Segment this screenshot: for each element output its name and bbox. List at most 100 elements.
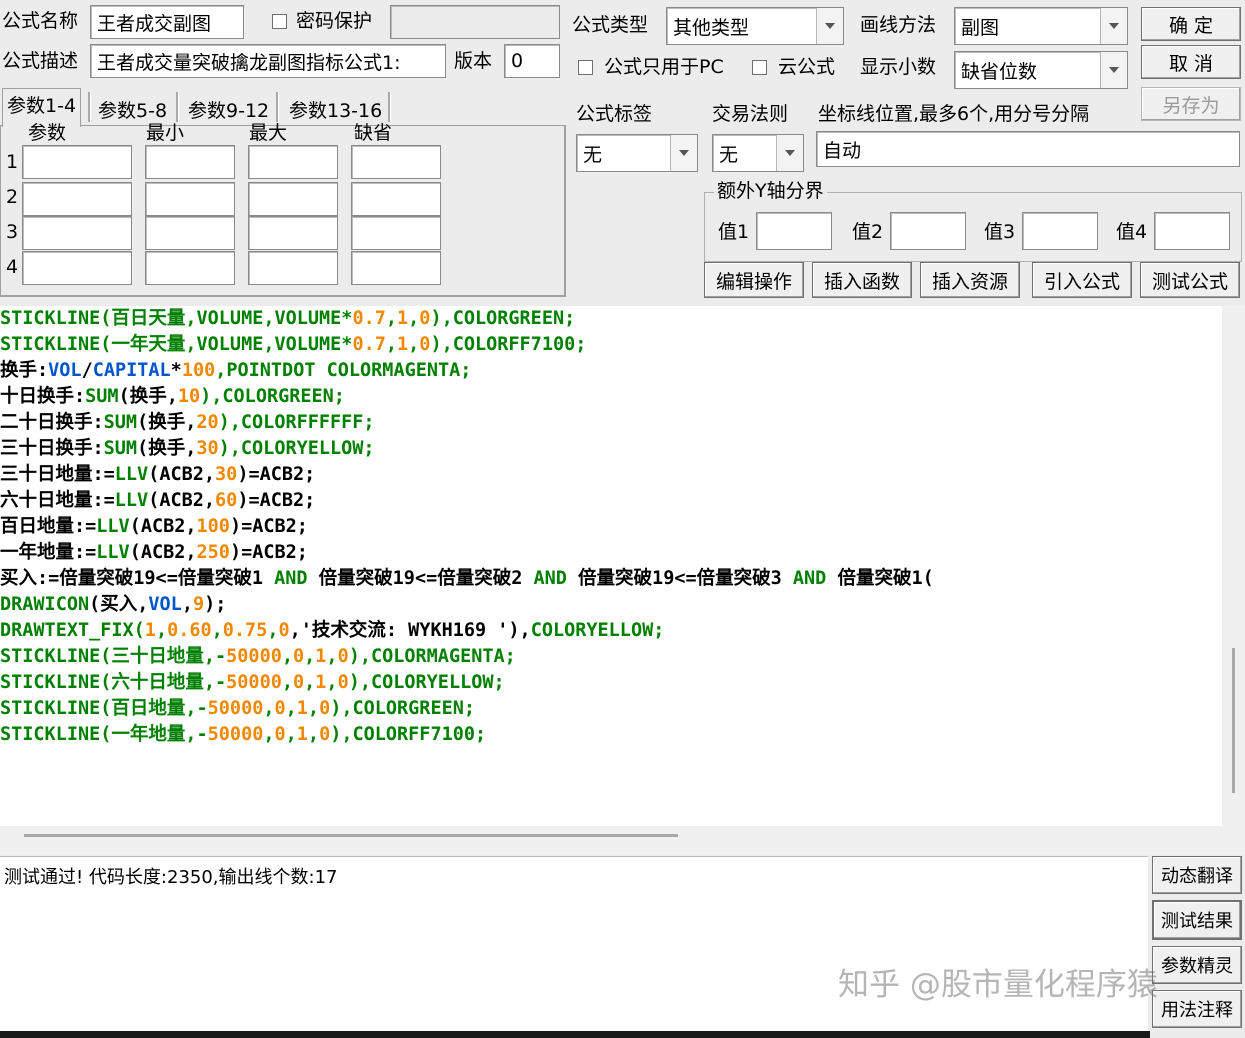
vertical-scrollbar[interactable] — [1222, 306, 1245, 826]
code-token: 50000 — [226, 646, 282, 667]
code-token: (换手, — [118, 386, 178, 407]
code-line: DRAWICON(买入,VOL,9); — [0, 592, 226, 618]
status-message: 测试通过! 代码长度:2350,输出线个数:17 — [4, 867, 338, 888]
edit-ops-button[interactable]: 编辑操作 — [704, 262, 804, 298]
test-formula-button[interactable]: 测试公式 — [1140, 262, 1240, 298]
password-checkbox[interactable] — [272, 14, 287, 29]
insert-resource-button[interactable]: 插入资源 — [920, 262, 1020, 298]
value1-input[interactable] — [756, 212, 832, 250]
code-token: 0 — [293, 646, 305, 667]
code-token: , — [211, 620, 223, 641]
param-default-input[interactable] — [351, 182, 441, 216]
code-line: DRAWTEXT_FIX(1,0.60,0.75,0,'技术交流: WYKH16… — [0, 618, 664, 644]
code-line: 二十日换手:SUM(换手,20),COLORFFFFFF; — [0, 410, 375, 436]
horizontal-scrollbar[interactable] — [0, 826, 1245, 854]
code-token: CAPITAL — [92, 360, 171, 381]
code-token: 1 — [397, 334, 409, 355]
tab-params-9-12[interactable]: 参数9-12 — [184, 96, 273, 123]
chevron-down-icon[interactable] — [1100, 52, 1127, 88]
ok-button[interactable]: 确 定 — [1141, 7, 1241, 41]
dynamic-translate-button[interactable]: 动态翻译 — [1152, 856, 1242, 894]
decimals-select[interactable]: 缺省位数 — [954, 51, 1128, 89]
code-token: , — [307, 724, 320, 745]
formula-type-select[interactable]: 其他类型 — [666, 7, 844, 45]
tab-params-5-8[interactable]: 参数5-8 — [94, 96, 171, 123]
value2-input[interactable] — [890, 212, 966, 250]
code-token: 六十日地量:= — [0, 490, 115, 511]
vertical-scrollbar-thumb[interactable] — [1232, 648, 1235, 793]
chevron-down-icon[interactable] — [670, 135, 697, 171]
tag-select[interactable]: 无 — [576, 134, 698, 172]
param-default-input[interactable] — [351, 216, 441, 250]
test-result-button[interactable]: 测试结果 — [1152, 900, 1242, 940]
code-line: 换手:VOL/CAPITAL*100,POINTDOT COLORMAGENTA… — [0, 358, 471, 384]
col-param-header: 参数 — [28, 122, 67, 144]
code-token: 1 — [144, 620, 156, 641]
chevron-down-icon[interactable] — [776, 135, 803, 171]
code-token: ),COLORYELLOW; — [218, 438, 375, 459]
code-token: , — [385, 334, 398, 355]
cloud-checkbox[interactable] — [752, 60, 767, 75]
code-line: 买入:=倍量突破19<=倍量突破1 AND 倍量突破19<=倍量突破2 AND … — [0, 566, 934, 592]
param-max-input[interactable] — [248, 145, 338, 179]
value3-input[interactable] — [1022, 212, 1098, 250]
version-input[interactable]: 0 — [504, 44, 560, 78]
param-min-input[interactable] — [145, 145, 235, 179]
import-formula-button[interactable]: 引入公式 — [1032, 262, 1132, 298]
param-min-input[interactable] — [145, 182, 235, 216]
draw-method-value: 副图 — [961, 16, 1000, 39]
chevron-down-icon[interactable] — [1100, 8, 1127, 44]
tab-params-13-16[interactable]: 参数13-16 — [285, 96, 386, 123]
code-token: VOL — [48, 360, 82, 381]
axis-position-input[interactable]: 自动 — [816, 131, 1240, 167]
code-token: , — [181, 594, 193, 615]
code-token: SUM — [103, 412, 138, 433]
param-name-input[interactable] — [22, 251, 132, 285]
param-min-input[interactable] — [145, 216, 235, 250]
usage-notes-button[interactable]: 用法注释 — [1152, 990, 1242, 1028]
code-line: 一年地量:=LLV(ACB2,250)=ACB2; — [0, 540, 308, 566]
code-editor[interactable]: STICKLINE(百日天量,VOLUME,VOLUME*0.7,1,0),CO… — [0, 306, 1222, 826]
param-max-input[interactable] — [248, 216, 338, 250]
axis-position-value: 自动 — [823, 139, 862, 162]
formula-name-input[interactable]: 王者成交副图 — [90, 5, 244, 39]
horizontal-scrollbar-thumb[interactable] — [24, 834, 678, 837]
code-token: )=ACB2; — [229, 542, 308, 563]
chevron-down-icon[interactable] — [816, 8, 843, 44]
code-token: 10 — [177, 386, 201, 407]
pc-only-checkbox[interactable] — [578, 60, 593, 75]
code-line: STICKLINE(百日天量,VOLUME,VOLUME*0.7,1,0),CO… — [0, 306, 575, 332]
code-token: , — [307, 698, 320, 719]
code-token: (买入, — [89, 594, 149, 615]
code-token: 十日换手: — [0, 386, 86, 407]
param-max-input[interactable] — [248, 251, 338, 285]
draw-method-select[interactable]: 副图 — [954, 7, 1128, 45]
code-token: )=ACB2; — [237, 490, 316, 511]
param-min-input[interactable] — [145, 251, 235, 285]
code-token: 0 — [293, 672, 305, 693]
code-token: ),COLORFF7100; — [330, 724, 487, 745]
param-name-input[interactable] — [22, 216, 132, 250]
param-name-input[interactable] — [22, 182, 132, 216]
code-token: 100 — [181, 360, 216, 381]
code-token: , — [304, 646, 316, 667]
code-token: 250 — [196, 542, 230, 563]
param-default-input[interactable] — [351, 145, 441, 179]
code-token: (ACB2, — [129, 542, 197, 563]
param-row-number: 1 — [6, 151, 19, 173]
param-max-input[interactable] — [248, 182, 338, 216]
param-wizard-button[interactable]: 参数精灵 — [1152, 946, 1242, 984]
formula-desc-input[interactable]: 王者成交量突破擒龙副图指标公式1: — [90, 44, 446, 78]
insert-function-button[interactable]: 插入函数 — [812, 262, 912, 298]
cancel-button[interactable]: 取 消 — [1141, 45, 1241, 79]
param-default-input[interactable] — [351, 251, 441, 285]
code-token: 倍量突破19<=倍量突破3 — [566, 568, 793, 589]
code-token: ),COLORGREEN; — [200, 386, 345, 407]
code-token: , — [326, 646, 338, 667]
param-name-input[interactable] — [22, 145, 132, 179]
value4-input[interactable] — [1154, 212, 1230, 250]
code-token: (换手, — [137, 438, 197, 459]
save-as-button: 另存为 — [1141, 87, 1241, 121]
rule-select[interactable]: 无 — [712, 134, 804, 172]
code-token: 0.60 — [167, 620, 212, 641]
